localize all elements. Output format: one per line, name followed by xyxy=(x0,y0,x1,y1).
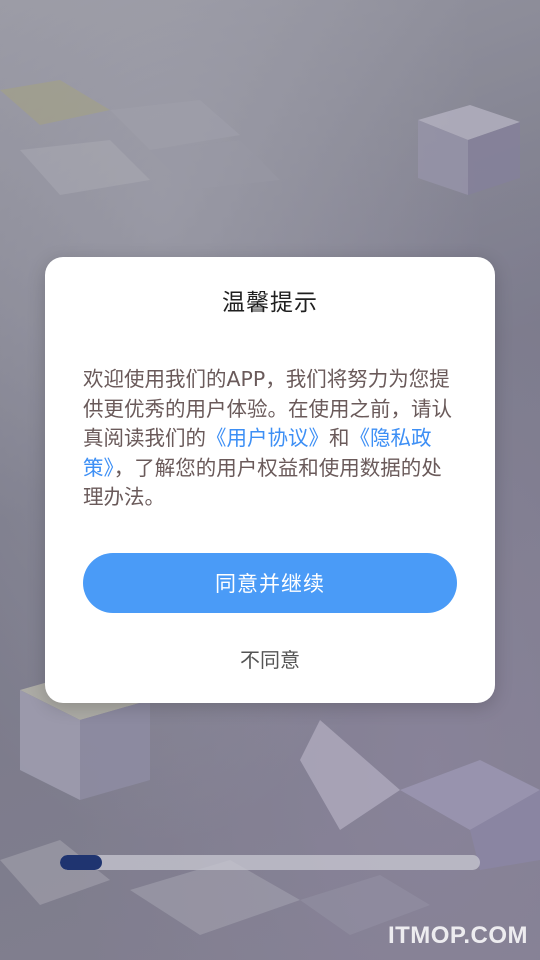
agree-and-continue-button[interactable]: 同意并继续 xyxy=(83,553,457,613)
dialog-title: 温馨提示 xyxy=(222,290,318,316)
user-agreement-link[interactable]: 《用户协议》 xyxy=(206,426,329,450)
message-outro-text: ，了解您的用户权益和使用数据的处理办法。 xyxy=(83,455,442,510)
loading-progress-bar xyxy=(60,855,480,870)
watermark-logo: ITMOP.COM xyxy=(387,922,528,949)
loading-progress-fill xyxy=(60,855,102,870)
message-connector-text: 和 xyxy=(329,426,350,450)
disagree-button[interactable]: 不同意 xyxy=(45,644,495,673)
dialog-message: 欢迎使用我们的APP，我们将努力为您提供更优秀的用户体验。在使用之前，请认真阅读… xyxy=(83,365,455,513)
